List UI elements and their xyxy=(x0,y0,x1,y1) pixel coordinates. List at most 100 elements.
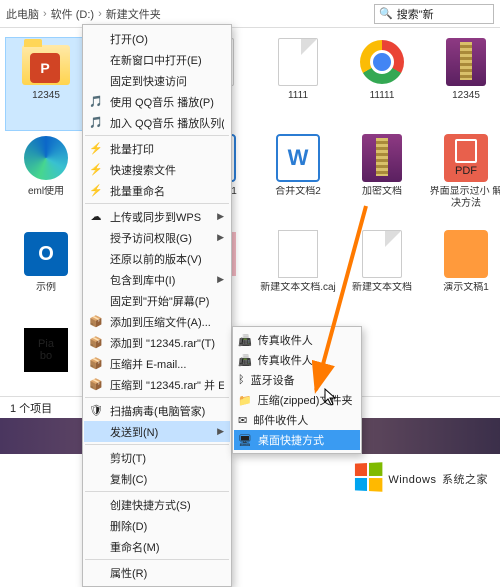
menu-item-label: 打开(O) xyxy=(110,31,224,47)
menu-item-label: 扫描病毒(电脑管家) xyxy=(110,403,224,419)
context-menu-item[interactable]: 固定到"开始"屏幕(P) xyxy=(84,290,230,311)
blank-icon xyxy=(88,230,104,246)
context-menu-item[interactable]: ⚡快速搜索文件 xyxy=(84,159,230,180)
rar-icon xyxy=(362,134,402,182)
search-placeholder: 搜索"新 xyxy=(397,6,434,22)
chevron-right-icon: › xyxy=(43,8,47,20)
context-menu-item[interactable]: 授予访问权限(G) ▶ xyxy=(84,227,230,248)
file-icon xyxy=(362,230,402,278)
rar-icon: 📦 xyxy=(88,377,104,393)
file-label: 11111 xyxy=(370,90,395,102)
menu-item-label: 压缩(zipped)文件夹 xyxy=(258,392,353,408)
status-text: 1 个项目 xyxy=(10,400,52,416)
address-bar[interactable]: 此电脑 › 软件 (D:) › 新建文件夹 🔍 搜索"新 xyxy=(0,0,500,28)
context-menu-item[interactable]: ⚡批量打印 xyxy=(84,138,230,159)
context-menu-item[interactable]: 还原以前的版本(V) xyxy=(84,248,230,269)
chevron-right-icon: › xyxy=(98,8,102,20)
sendto-item[interactable]: ᛒ蓝牙设备 xyxy=(234,370,360,390)
sendto-item[interactable]: 📠传真收件人 xyxy=(234,350,360,370)
file-label: 合并文档2 xyxy=(275,186,321,198)
file-item[interactable]: PDF 界面显示过小 解决方法 xyxy=(426,134,500,226)
file-label: 12345 xyxy=(452,90,480,102)
sendto-item[interactable]: 🖥桌面快捷方式 xyxy=(234,430,360,450)
context-menu-item[interactable]: 📦压缩并 E-mail... xyxy=(84,353,230,374)
context-menu-item[interactable]: 复制(C) xyxy=(84,468,230,489)
rar-icon: 📦 xyxy=(88,356,104,372)
context-menu-item[interactable]: 发送到(N)▶ xyxy=(84,421,230,442)
context-menu-item[interactable]: 📦添加到 "12345.rar"(T) xyxy=(84,332,230,353)
fax-icon: 📠 xyxy=(238,354,252,367)
file-item[interactable]: eml使用 xyxy=(6,134,86,226)
rar-icon: 📦 xyxy=(88,314,104,330)
context-menu-item[interactable]: 📦 压缩到 "12345.rar" 并 E-mail xyxy=(84,374,230,395)
context-menu-item[interactable]: 重命名(M) xyxy=(84,536,230,557)
word-icon: W xyxy=(276,134,320,182)
file-item[interactable]: 新建文本文档 xyxy=(342,230,422,322)
menu-item-label: 加入 QQ音乐 播放队列(E) xyxy=(110,115,224,131)
file-label: 12345 xyxy=(32,90,60,102)
context-menu-item[interactable]: 属性(R) xyxy=(84,562,230,583)
breadcrumb-root[interactable]: 此电脑 xyxy=(6,6,39,22)
file-item[interactable]: 11111 xyxy=(342,38,422,130)
qq-icon: 🎵 xyxy=(88,94,104,110)
context-menu-item[interactable]: 固定到快速访问 xyxy=(84,70,230,91)
menu-item-label: 在新窗口中打开(E) xyxy=(110,52,224,68)
menu-item-label: 上传或同步到WPS xyxy=(110,209,211,225)
powerpoint-icon: P xyxy=(30,53,60,83)
context-menu-item[interactable]: ☁上传或同步到WPS▶ xyxy=(84,206,230,227)
context-menu-item[interactable]: 🎵加入 QQ音乐 播放队列(E) xyxy=(84,112,230,133)
desk-icon: 🖥 xyxy=(238,434,252,447)
file-item[interactable]: 12345 xyxy=(426,38,500,130)
context-menu-item[interactable]: 创建快捷方式(S) xyxy=(84,494,230,515)
sendto-submenu: 📠传真收件人📠传真收件人ᛒ蓝牙设备📁压缩(zipped)文件夹✉邮件收件人🖥桌面… xyxy=(232,326,362,454)
blank-icon xyxy=(88,293,104,309)
file-item[interactable]: P 12345 xyxy=(6,38,86,130)
menu-item-label: 压缩到 "12345.rar" 并 E-mail xyxy=(110,377,224,393)
file-item[interactable]: W 合并文档2 xyxy=(258,134,338,226)
menu-item-label: 剪切(T) xyxy=(110,450,224,466)
menu-item-label: 复制(C) xyxy=(110,471,224,487)
context-menu-item[interactable]: 🛡 扫描病毒(电脑管家) xyxy=(84,400,230,421)
sendto-item[interactable]: ✉邮件收件人 xyxy=(234,410,360,430)
context-menu-item[interactable]: 📦添加到压缩文件(A)... xyxy=(84,311,230,332)
file-item[interactable]: 1111 xyxy=(258,38,338,130)
submenu-arrow-icon: ▶ xyxy=(217,232,224,243)
file-item[interactable]: 演示文稿1 xyxy=(426,230,500,322)
file-label: 演示文稿1 xyxy=(443,282,489,294)
blank-icon xyxy=(88,424,104,440)
file-label: 界面显示过小 解决方法 xyxy=(428,186,500,210)
shield-icon: 🛡 xyxy=(88,403,104,419)
file-item[interactable]: 加密文档 xyxy=(342,134,422,226)
sendto-item[interactable]: 📠传真收件人 xyxy=(234,330,360,350)
file-label: 加密文档 xyxy=(362,186,402,198)
context-menu-item[interactable]: 🎵使用 QQ音乐 播放(P) xyxy=(84,91,230,112)
menu-item-label: 删除(D) xyxy=(110,518,224,534)
file-item[interactable]: O示例 xyxy=(6,230,86,322)
video-icon xyxy=(444,230,488,278)
blank-icon xyxy=(88,471,104,487)
menu-item-label: 快速搜索文件 xyxy=(110,162,224,178)
file-item[interactable]: 新建文本文档.caj xyxy=(258,230,338,322)
context-menu-item[interactable]: 剪切(T) xyxy=(84,447,230,468)
submenu-arrow-icon: ▶ xyxy=(217,426,224,437)
file-label: eml使用 xyxy=(28,186,64,198)
context-menu-item[interactable]: ⚡批量重命名 xyxy=(84,180,230,201)
sendto-item[interactable]: 📁压缩(zipped)文件夹 xyxy=(234,390,360,410)
context-menu-item[interactable]: 打开(O) xyxy=(84,28,230,49)
breadcrumb-drive[interactable]: 软件 (D:) xyxy=(51,6,94,22)
menu-item-label: 授予访问权限(G) xyxy=(110,230,211,246)
menu-item-label: 蓝牙设备 xyxy=(251,372,295,388)
menu-item-label: 创建快捷方式(S) xyxy=(110,497,224,513)
blank-icon xyxy=(88,73,104,89)
menu-item-label: 重命名(M) xyxy=(110,539,224,555)
pdf-icon: PDF xyxy=(444,134,488,182)
search-input[interactable]: 🔍 搜索"新 xyxy=(374,4,494,24)
context-menu-item[interactable]: 在新窗口中打开(E) xyxy=(84,49,230,70)
file-label: 1111 xyxy=(288,90,308,102)
context-menu-item[interactable]: 删除(D) xyxy=(84,515,230,536)
context-menu-item[interactable]: 包含到库中(I)▶ xyxy=(84,269,230,290)
brand-bar: Windows 系统之家 xyxy=(0,454,500,500)
breadcrumb-folder[interactable]: 新建文件夹 xyxy=(106,6,161,22)
w-icon: ⚡ xyxy=(88,183,104,199)
blank-icon xyxy=(88,52,104,68)
